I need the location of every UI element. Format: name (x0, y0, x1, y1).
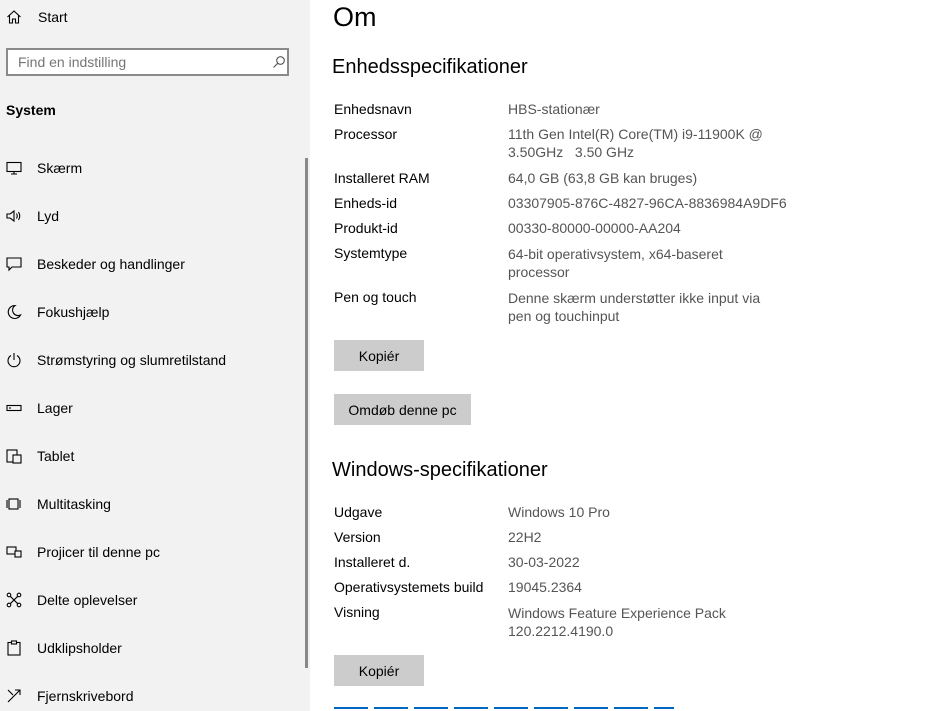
sidebar-item-label: Lager (37, 400, 73, 416)
spec-value: Windows Feature Experience Pack 120.2212.… (508, 605, 726, 639)
sidebar-item-delte-oplevelser[interactable]: Delte oplevelser (0, 576, 305, 624)
spec-value: Windows 10 Pro (508, 504, 610, 520)
spec-value: 22H2 (508, 529, 542, 545)
sidebar-item-label: Lyd (37, 208, 60, 224)
speaker-icon (6, 208, 22, 224)
sidebar-scrollbar[interactable] (305, 158, 308, 668)
monitor-icon (6, 160, 22, 176)
storage-icon (6, 400, 22, 416)
sidebar-item-tablet[interactable]: Tablet (0, 432, 305, 480)
spec-value: 30-03-2022 (508, 554, 580, 570)
message-icon (6, 256, 22, 272)
home-icon (6, 9, 22, 25)
home-nav-item[interactable]: Start (0, 0, 310, 36)
sidebar-item-fokushjaelp[interactable]: Fokushjælp (0, 288, 305, 336)
sidebar-item-label: Tablet (37, 448, 75, 464)
copy-device-specs-button[interactable]: Kopiér (334, 340, 424, 371)
spec-label: Operativsystemets build (334, 579, 484, 595)
sidebar-item-label: Multitasking (37, 496, 111, 512)
spec-label: Udgave (334, 504, 383, 520)
spec-value: Denne skærm understøtter ikke input via p… (508, 290, 761, 324)
sidebar-item-label: Beskeder og handlinger (37, 256, 185, 272)
spec-value: 11th Gen Intel(R) Core(TM) i9-11900K @3.… (508, 126, 763, 160)
sidebar-item-fjernskrivebord[interactable]: Fjernskrivebord (0, 672, 305, 711)
spec-label: Processor (334, 126, 398, 142)
sidebar-item-skaerm[interactable]: Skærm (0, 144, 305, 192)
rename-pc-button[interactable]: Omdøb denne pc (334, 394, 471, 425)
section-title: System (6, 102, 56, 118)
spec-label: Enheds-id (334, 195, 398, 211)
spec-label: Version (334, 529, 381, 545)
search-icon[interactable] (272, 55, 286, 69)
sidebar-item-lyd[interactable]: Lyd (0, 192, 305, 240)
spec-value: 64-bit operativsystem, x64-baseret proces… (508, 246, 723, 280)
page-title: Om (333, 2, 377, 32)
spec-label: Visning (334, 604, 380, 620)
search-input[interactable] (6, 48, 289, 76)
spec-label: Installeret d. (334, 554, 411, 570)
spec-label: Pen og touch (334, 289, 417, 305)
sidebar-item-label: Projicer til denne pc (37, 544, 160, 560)
sidebar-item-label: Strømstyring og slumretilstand (37, 352, 227, 368)
device-specs-heading: Enhedsspecifikationer (332, 56, 528, 78)
sidebar-item-label: Skærm (37, 160, 83, 176)
sidebar-item-stroemstyring[interactable]: Strømstyring og slumretilstand (0, 336, 305, 384)
sidebar-item-projicer[interactable]: Projicer til denne pc (0, 528, 305, 576)
home-label: Start (38, 9, 68, 25)
sidebar-item-label: Udklipsholder (37, 640, 122, 656)
spec-label: Enhedsnavn (334, 101, 412, 117)
clipboard-icon (6, 640, 22, 656)
remote-desktop-icon (6, 688, 22, 704)
moon-icon (6, 304, 22, 320)
sidebar-item-label: Delte oplevelser (37, 592, 138, 608)
tablet-icon (6, 448, 22, 464)
sidebar-item-beskeder[interactable]: Beskeder og handlinger (0, 240, 305, 288)
sidebar-item-udklipsholder[interactable]: Udklipsholder (0, 624, 305, 672)
sidebar-nav: Skærm Lyd Beskeder og handlinger Fokushj… (0, 144, 305, 711)
spec-value: HBS-stationær (508, 101, 600, 117)
spec-value: 19045.2364 (508, 579, 582, 595)
power-icon (6, 352, 22, 368)
spec-value: 03307905-876C-4827-96CA-8836984A9DF6 (508, 195, 787, 211)
spec-value: 00330-80000-00000-AA204 (508, 220, 681, 236)
multitasking-icon (6, 496, 22, 512)
shared-experiences-icon (6, 592, 22, 608)
sidebar-item-label: Fjernskrivebord (37, 688, 134, 704)
main-content: Om Enhedsspecifikationer Enhedsnavn HBS-… (310, 0, 947, 711)
sidebar: Start System Skærm Lyd (0, 0, 310, 711)
project-icon (6, 544, 22, 560)
spec-value: 64,0 GB (63,8 GB kan bruges) (508, 170, 698, 186)
sidebar-item-lager[interactable]: Lager (0, 384, 305, 432)
sidebar-item-label: Fokushjælp (37, 304, 110, 320)
spec-label: Installeret RAM (334, 170, 430, 186)
spec-label: Systemtype (334, 245, 408, 261)
sidebar-item-multitasking[interactable]: Multitasking (0, 480, 305, 528)
copy-windows-specs-button[interactable]: Kopiér (334, 655, 424, 686)
spec-label: Produkt-id (334, 220, 398, 236)
windows-specs-heading: Windows-specifikationer (332, 459, 548, 481)
cutoff-link[interactable] (334, 704, 674, 711)
